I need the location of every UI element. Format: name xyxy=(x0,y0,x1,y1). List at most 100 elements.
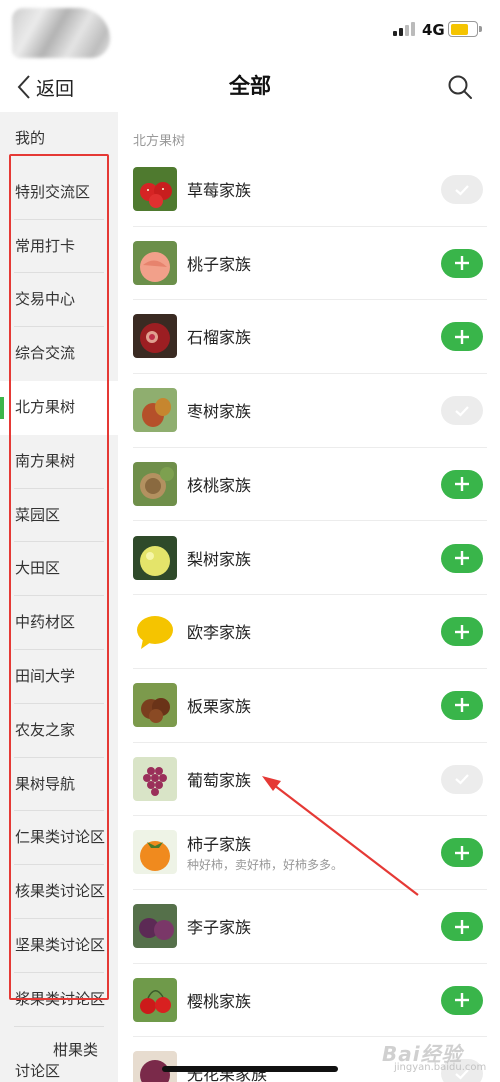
group-row[interactable]: 桃子家族 xyxy=(133,227,487,301)
joined-button[interactable] xyxy=(441,396,483,426)
sidebar-item[interactable]: 田间大学 xyxy=(0,650,118,704)
sidebar-item[interactable]: 农友之家 xyxy=(0,704,118,758)
status-bar: 4G xyxy=(0,0,500,62)
join-button[interactable] xyxy=(441,469,483,499)
plus-icon xyxy=(455,329,469,344)
sidebar-item-label: 南方果树 xyxy=(15,451,76,470)
sidebar-item[interactable]: 仁果类讨论区 xyxy=(0,811,118,866)
jujube-thumbnail xyxy=(133,388,177,433)
group-row[interactable]: 柿子家族种好柿，卖好柿，好柿多多。 xyxy=(133,816,487,890)
section-title: 北方果树 xyxy=(133,134,186,149)
sidebar-item-label: 交易中心 xyxy=(15,290,76,309)
join-button[interactable] xyxy=(441,617,483,647)
group-row[interactable]: 葡萄家族 xyxy=(133,743,487,817)
check-icon xyxy=(455,405,469,417)
sidebar-item-label: 浆果类讨论区 xyxy=(15,989,106,1008)
sidebar-item-label-2: 讨论区 xyxy=(15,1062,61,1080)
group-subtitle: 种好柿，卖好柿，好柿多多。 xyxy=(187,858,344,873)
sidebar-item[interactable]: 交易中心 xyxy=(0,273,118,328)
plus-icon xyxy=(455,256,469,271)
sidebar-item[interactable]: 坚果类讨论区 xyxy=(0,919,118,973)
signal-icon xyxy=(393,22,417,36)
join-button[interactable] xyxy=(441,248,483,278)
group-name: 柿子家族 xyxy=(187,835,252,855)
sidebar-item-label: 坚果类讨论区 xyxy=(15,936,106,954)
join-button[interactable] xyxy=(441,690,483,720)
group-name: 李子家族 xyxy=(187,918,252,937)
sidebar-item[interactable]: 浆果类讨论区 xyxy=(0,973,118,1027)
group-row[interactable]: 核桃家族 xyxy=(133,448,487,522)
pear-thumbnail xyxy=(133,535,177,580)
group-row[interactable]: 梨树家族 xyxy=(133,522,487,596)
group-name: 欧李家族 xyxy=(187,623,252,643)
group-row[interactable]: 枣树家族 xyxy=(133,374,487,448)
sidebar-item-label: 中药材区 xyxy=(15,613,76,632)
sidebar-item-label: 常用打卡 xyxy=(15,236,76,255)
battery-icon xyxy=(448,21,482,37)
sidebar-item[interactable]: 菜园区 xyxy=(0,489,118,543)
group-row[interactable]: 板栗家族 xyxy=(133,669,487,743)
sidebar-item[interactable]: 特别交流区 xyxy=(0,166,118,220)
group-row[interactable]: 李子家族 xyxy=(133,890,487,964)
sidebar-item-label: 农友之家 xyxy=(15,720,76,739)
group-name: 梨树家族 xyxy=(187,549,252,569)
group-name: 石榴家族 xyxy=(187,328,252,348)
sidebar-item[interactable]: 我的 xyxy=(0,112,118,166)
sidebar-item[interactable]: 核果类讨论区 xyxy=(0,865,118,919)
grape-thumbnail xyxy=(133,756,177,801)
sidebar-item-label: 果树导航 xyxy=(15,774,76,793)
plus-icon xyxy=(455,845,469,860)
nav-bar: 返回 全部 xyxy=(0,62,500,112)
join-button[interactable] xyxy=(441,322,483,352)
group-name: 樱桃家族 xyxy=(187,991,252,1011)
check-icon xyxy=(455,774,469,785)
group-row[interactable]: 樱桃家族 xyxy=(133,964,487,1038)
sidebar-item-label: 核果类讨论区 xyxy=(15,882,106,901)
sidebar-item-label: 大田区 xyxy=(15,559,61,578)
blurred-avatar xyxy=(12,8,110,58)
sidebar-item[interactable]: 常用打卡 xyxy=(0,220,118,274)
join-button[interactable] xyxy=(441,912,483,941)
joined-button[interactable] xyxy=(441,175,483,204)
network-label: 4G xyxy=(422,21,445,39)
group-name: 草莓家族 xyxy=(187,181,252,200)
group-row[interactable]: 草莓家族 xyxy=(133,153,487,227)
plus-icon xyxy=(455,993,469,1008)
sidebar-item-label: 仁果类讨论区 xyxy=(15,828,106,847)
plus-icon xyxy=(455,919,469,934)
group-name: 桃子家族 xyxy=(187,254,252,274)
group-row[interactable]: 石榴家族 xyxy=(133,300,487,375)
search-icon[interactable] xyxy=(446,73,474,101)
plum-thumbnail xyxy=(133,904,177,948)
plus-icon xyxy=(455,624,469,639)
sidebar-item-label: 特别交流区 xyxy=(15,182,91,201)
sidebar-item-citrus[interactable]: 柑果类 讨论区 xyxy=(15,1040,115,1082)
chestnut-thumbnail xyxy=(133,682,177,727)
persimmon-thumbnail xyxy=(133,830,177,875)
check-icon xyxy=(455,184,469,196)
strawberry-thumbnail xyxy=(133,167,177,211)
group-row[interactable]: 欧李家族 xyxy=(133,595,487,669)
sidebar-item[interactable]: 综合交流 xyxy=(0,327,118,381)
home-indicator xyxy=(162,1066,338,1072)
joined-button[interactable] xyxy=(441,764,483,794)
sidebar-item-label: 北方果树 xyxy=(15,398,76,416)
group-name: 板栗家族 xyxy=(187,696,252,716)
page-title: 全部 xyxy=(229,74,271,98)
sidebar-item[interactable]: 中药材区 xyxy=(0,596,118,650)
pomegranate-thumbnail xyxy=(133,314,177,359)
sidebar-item[interactable]: 南方果树 xyxy=(0,435,118,489)
check-icon xyxy=(455,1069,469,1080)
join-button[interactable] xyxy=(441,838,483,868)
join-button[interactable] xyxy=(441,543,483,573)
sidebar-item[interactable]: 大田区 xyxy=(0,542,118,597)
plus-icon xyxy=(455,698,469,713)
joined-button[interactable] xyxy=(441,1059,483,1082)
chat-bubble-thumbnail xyxy=(133,609,177,654)
sidebar-item[interactable]: 北方果树 xyxy=(0,381,118,435)
walnut-thumbnail xyxy=(133,461,177,506)
group-row[interactable]: 无花果家族 xyxy=(133,1037,487,1082)
sidebar-item-label: 柑果类 xyxy=(53,1041,99,1059)
join-button[interactable] xyxy=(441,985,483,1015)
sidebar-item[interactable]: 果树导航 xyxy=(0,758,118,812)
